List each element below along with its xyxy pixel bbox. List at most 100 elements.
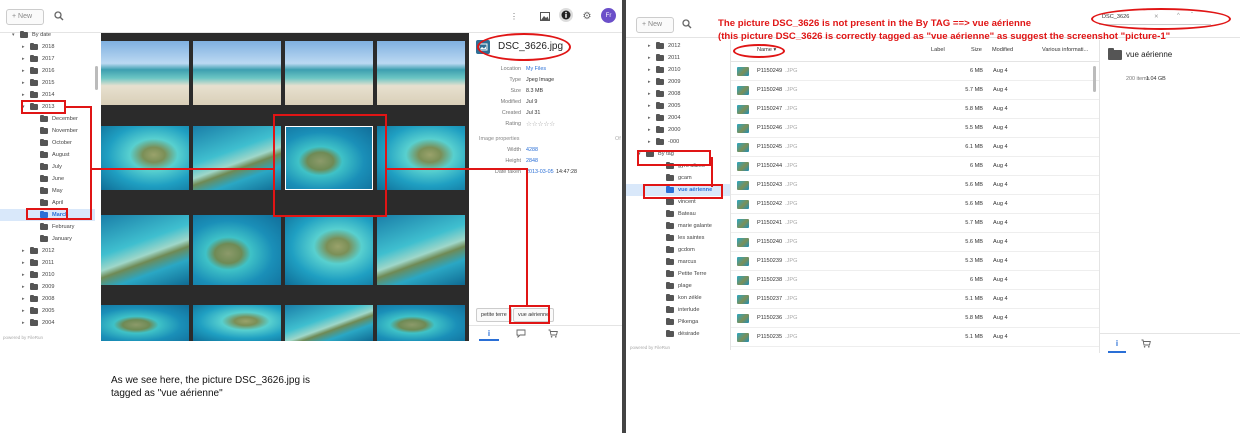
info-tab-icon[interactable]: i	[1109, 337, 1125, 349]
more-menu-icon[interactable]: ⋮	[509, 9, 519, 23]
photo-thumbnail[interactable]	[193, 41, 281, 105]
file-row[interactable]: P1150237 .JPG 5.1 MB Aug 4	[731, 290, 1099, 309]
photo-thumbnail[interactable]	[193, 215, 281, 285]
file-row[interactable]: P1150243 .JPG 5.6 MB Aug 4	[731, 176, 1099, 195]
tree-item[interactable]: Pikenga	[626, 316, 730, 328]
file-row[interactable]: P1150248 .JPG 5.7 MB Aug 4	[731, 81, 1099, 100]
info-tab-icon[interactable]: i	[481, 327, 497, 339]
tree-item[interactable]: interlude	[626, 304, 730, 316]
tree-item[interactable]: ▸ 2018	[0, 41, 95, 53]
tree-item[interactable]: plage	[626, 280, 730, 292]
expand-arrow-icon[interactable]: ▸	[22, 305, 30, 317]
tree-item[interactable]: les saintes	[626, 232, 730, 244]
expand-arrow-icon[interactable]: ▸	[648, 52, 656, 64]
expand-arrow-icon[interactable]: ▸	[648, 88, 656, 100]
expand-arrow-icon[interactable]: ▸	[22, 245, 30, 257]
expand-arrow-icon[interactable]: ▸	[648, 124, 656, 136]
file-row[interactable]: P1150242 .JPG 5.6 MB Aug 4	[731, 195, 1099, 214]
photo-thumbnail[interactable]	[377, 41, 465, 105]
col-modified[interactable]: Modified	[992, 47, 1013, 53]
file-row[interactable]: P1150239 .JPG 5.3 MB Aug 4	[731, 252, 1099, 271]
image-view-icon[interactable]	[538, 9, 552, 23]
tree-item[interactable]: ▸ 2009	[626, 76, 730, 88]
tree-item[interactable]: ▸ 2016	[0, 65, 95, 77]
photo-thumbnail[interactable]	[285, 305, 373, 341]
file-row[interactable]: P1150240 .JPG 5.6 MB Aug 4	[731, 233, 1099, 252]
photo-thumbnail[interactable]	[101, 215, 189, 285]
file-row[interactable]: P1150241 .JPG 5.7 MB Aug 4	[731, 214, 1099, 233]
avatar[interactable]: Fr	[601, 8, 616, 23]
tree-item[interactable]: ▸ 2005	[0, 305, 95, 317]
file-row[interactable]: P1150245 .JPG 6.1 MB Aug 4	[731, 138, 1099, 157]
tag-petite-terre[interactable]: petite terre	[476, 308, 512, 322]
tree-scrollbar[interactable]	[95, 66, 98, 90]
info-icon[interactable]	[559, 8, 573, 22]
col-various[interactable]: Various informati...	[1042, 47, 1088, 53]
expand-arrow-icon[interactable]: ▸	[22, 317, 30, 329]
tree-item[interactable]: ▸ 2015	[0, 77, 95, 89]
location-value[interactable]: My Files	[526, 66, 546, 72]
tree-item[interactable]: January	[0, 233, 95, 245]
tree-item[interactable]: ▸ 2010	[626, 64, 730, 76]
expand-arrow-icon[interactable]: ▸	[648, 112, 656, 124]
photo-thumbnail[interactable]	[101, 41, 189, 105]
tree-item[interactable]: ▸ 2008	[0, 293, 95, 305]
tree-item[interactable]: June	[0, 173, 95, 185]
expand-arrow-icon[interactable]: ▸	[648, 76, 656, 88]
tree-item[interactable]: ▸ 2011	[626, 52, 730, 64]
tree-item[interactable]: ▸ 2005	[626, 100, 730, 112]
tree-item[interactable]: November	[0, 125, 95, 137]
tree-item[interactable]: ▸ 2017	[0, 53, 95, 65]
file-row[interactable]: P1150236 .JPG 5.8 MB Aug 4	[731, 309, 1099, 328]
photo-thumbnail[interactable]	[101, 305, 189, 341]
tree-item[interactable]: gcdom	[626, 244, 730, 256]
expand-arrow-icon[interactable]: ▸	[22, 293, 30, 305]
file-row[interactable]: P1150247 .JPG 5.8 MB Aug 4	[731, 100, 1099, 119]
photo-thumbnail[interactable]	[193, 126, 281, 190]
expand-arrow-icon[interactable]: ▸	[22, 53, 30, 65]
expand-arrow-icon[interactable]: ▸	[22, 257, 30, 269]
photo-thumbnail[interactable]	[193, 305, 281, 341]
tree-item[interactable]: ▸ 2004	[0, 317, 95, 329]
file-row[interactable]: P1150244 .JPG 6 MB Aug 4	[731, 157, 1099, 176]
tree-item[interactable]: October	[0, 137, 95, 149]
tree-item[interactable]: désirade	[626, 328, 730, 340]
col-label[interactable]: Label	[931, 47, 945, 53]
tree-item[interactable]: August	[0, 149, 95, 161]
tree-item[interactable]: marcus	[626, 256, 730, 268]
photo-thumbnail[interactable]	[377, 305, 465, 341]
tree-item[interactable]: May	[0, 185, 95, 197]
tree-item[interactable]: kon zékle	[626, 292, 730, 304]
expand-arrow-icon[interactable]: ▸	[648, 136, 656, 148]
tree-item[interactable]: ▸ 2010	[0, 269, 95, 281]
tree-item[interactable]: Bateau	[626, 208, 730, 220]
tree-item[interactable]: ▸ 2011	[0, 257, 95, 269]
search-icon[interactable]	[680, 17, 694, 31]
gear-icon[interactable]: ⚙	[580, 9, 594, 23]
tree-item[interactable]: ▸ -000	[626, 136, 730, 148]
new-button[interactable]: + New	[636, 17, 674, 33]
rating-stars[interactable]: ☆☆☆☆☆	[526, 120, 555, 128]
cart-icon[interactable]	[1138, 337, 1154, 349]
expand-arrow-icon[interactable]: ▸	[22, 77, 30, 89]
tree-item[interactable]: ▸ 2009	[0, 281, 95, 293]
photo-thumbnail[interactable]	[377, 126, 465, 190]
photo-thumbnail[interactable]	[285, 215, 373, 285]
comments-icon[interactable]	[513, 327, 529, 339]
tree-item[interactable]: ▸ 2012	[626, 40, 730, 52]
new-button[interactable]: + New	[6, 9, 44, 25]
tree-item[interactable]: ▸ 2012	[0, 245, 95, 257]
tree-item[interactable]: Petite Terre	[626, 268, 730, 280]
expand-arrow-icon[interactable]: ▸	[22, 269, 30, 281]
tree-item[interactable]: ▸ 2004	[626, 112, 730, 124]
tree-item[interactable]: marie galante	[626, 220, 730, 232]
photo-thumbnail[interactable]	[285, 41, 373, 105]
tree-item[interactable]: ▸ 2008	[626, 88, 730, 100]
expand-arrow-icon[interactable]: ▸	[648, 64, 656, 76]
list-scrollbar[interactable]	[1093, 66, 1096, 92]
tree-item[interactable]: gcam	[626, 172, 730, 184]
file-row[interactable]: P1150238 .JPG 6 MB Aug 4	[731, 271, 1099, 290]
col-size[interactable]: Size	[971, 47, 982, 53]
expand-arrow-icon[interactable]: ▸	[22, 65, 30, 77]
tree-item[interactable]: ▾ By date	[0, 29, 95, 41]
